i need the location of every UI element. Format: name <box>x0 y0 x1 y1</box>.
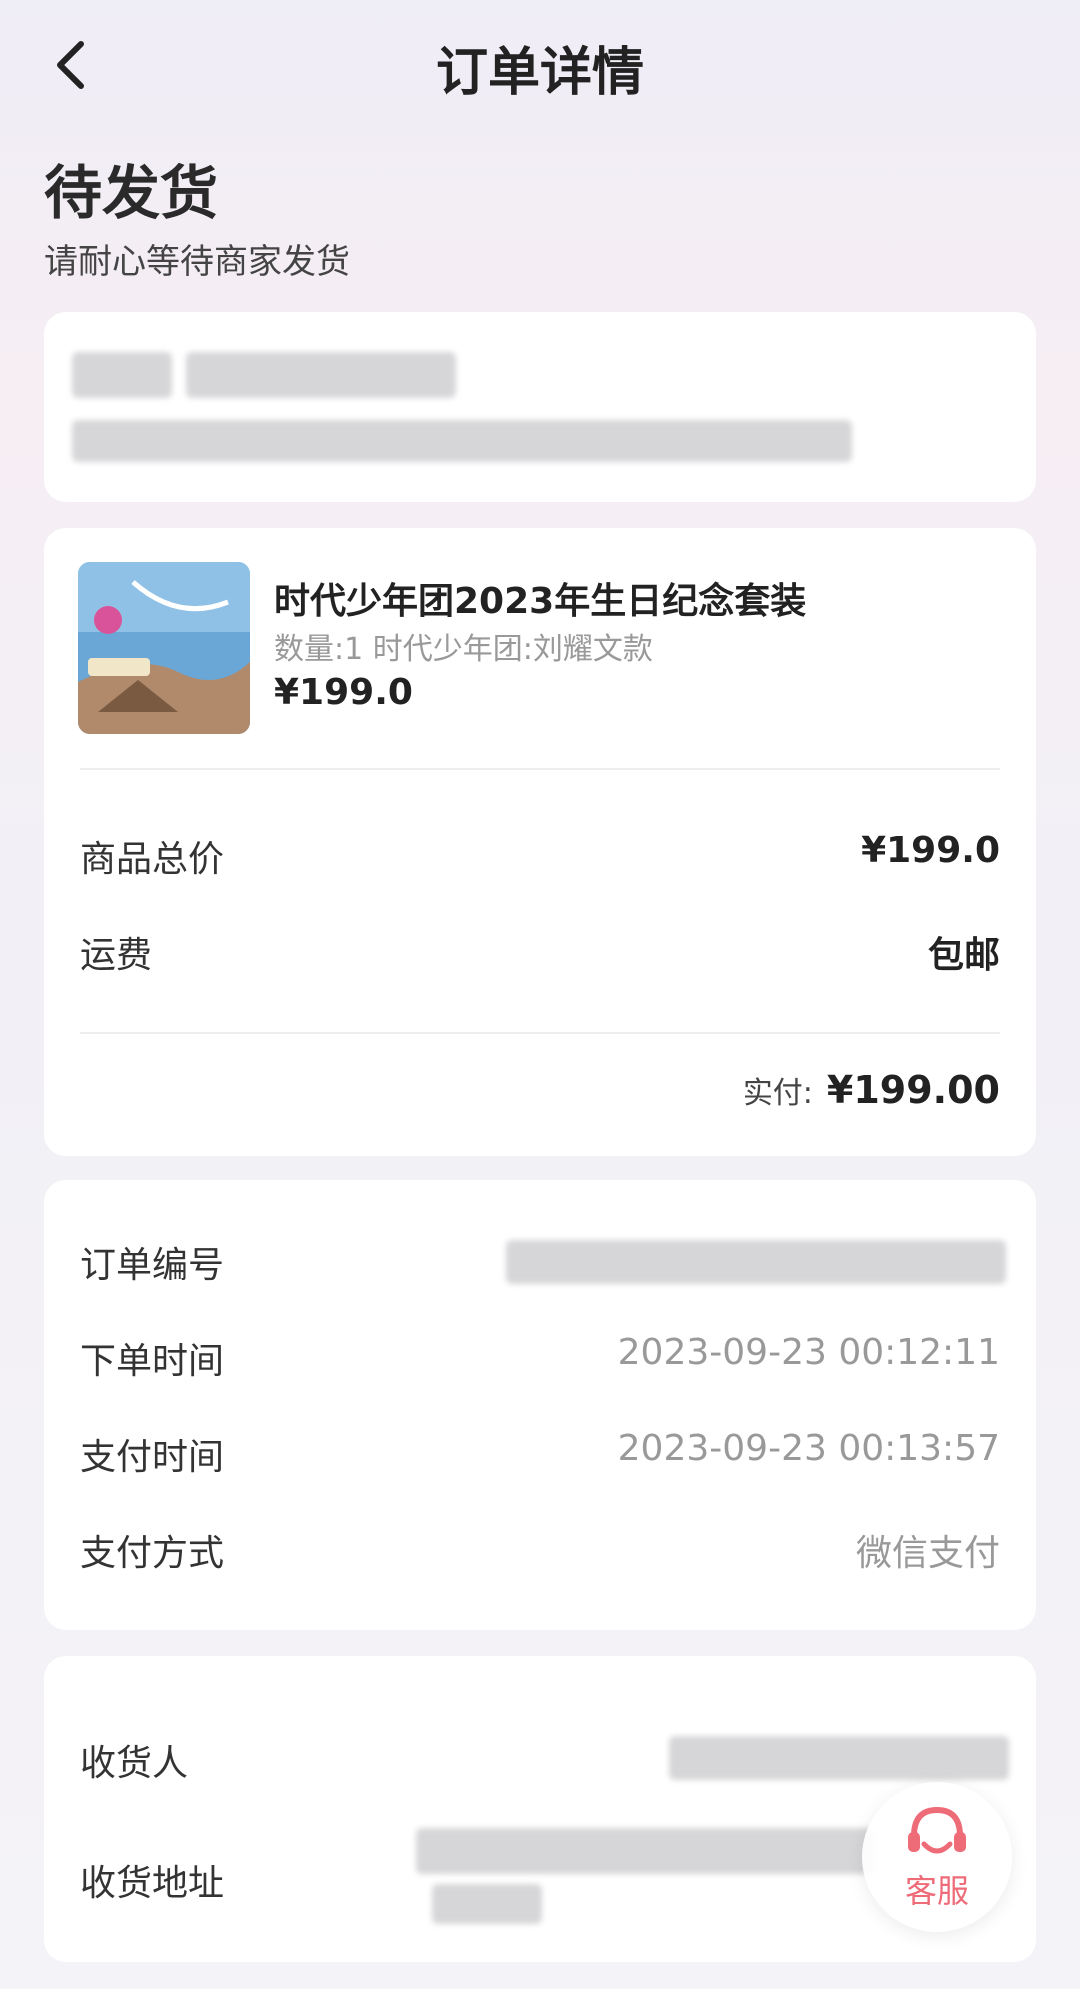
order-no-label: 订单编号 <box>80 1245 225 1286</box>
order-status-subtitle: 请耐心等待商家发货 <box>44 242 350 282</box>
customer-service-label: 客服 <box>904 1872 969 1910</box>
headset-icon <box>908 1806 966 1854</box>
address-card[interactable] <box>44 312 1036 502</box>
redacted-receiver-phone <box>186 352 456 398</box>
customer-service-button[interactable]: 客服 <box>862 1782 1012 1932</box>
pay-time-value: 2023-09-23 00:13:57 <box>617 1428 1000 1469</box>
product-card: 时代少年团2023年生日纪念套装 数量:1 时代少年团:刘耀文款 ¥199.0 … <box>44 528 1036 1156</box>
page-title: 订单详情 <box>435 43 644 103</box>
receiver-name-label: 收货人 <box>80 1743 189 1784</box>
receiver-address-label: 收货地址 <box>80 1863 225 1904</box>
paid-label: 实付: <box>742 1076 813 1111</box>
redacted-receiver-address-line2 <box>432 1884 542 1924</box>
pay-method-label: 支付方式 <box>80 1533 225 1574</box>
redacted-address <box>72 420 852 462</box>
product-spec: 数量:1 时代少年团:刘耀文款 <box>274 632 653 667</box>
divider <box>80 768 1000 770</box>
nav-bar: 订单详情 <box>0 0 1080 130</box>
goods-total-value: ¥199.0 <box>861 830 1000 871</box>
pay-method-value: 微信支付 <box>855 1533 1000 1574</box>
pay-time-label: 支付时间 <box>80 1437 225 1478</box>
order-status-title: 待发货 <box>44 159 219 227</box>
product-price: ¥199.0 <box>274 672 413 713</box>
redacted-order-no[interactable] <box>506 1240 1006 1284</box>
divider <box>80 1032 1000 1034</box>
shipping-label: 运费 <box>80 935 153 976</box>
shipping-value: 包邮 <box>927 935 1000 976</box>
redacted-receiver-address-line1 <box>416 1828 876 1874</box>
paid-amount: 实付: ¥199.00 <box>743 1068 1000 1112</box>
product-title[interactable]: 时代少年团2023年生日纪念套装 <box>274 572 806 624</box>
order-info-card: 订单编号 下单时间 2023-09-23 00:12:11 支付时间 2023-… <box>44 1180 1036 1630</box>
goods-total-label: 商品总价 <box>80 839 225 880</box>
redacted-receiver-name <box>72 352 172 398</box>
order-time-value: 2023-09-23 00:12:11 <box>617 1332 1000 1373</box>
paid-value: ¥199.00 <box>826 1068 1000 1112</box>
order-time-label: 下单时间 <box>80 1341 225 1382</box>
redacted-receiver-info <box>669 1736 1009 1780</box>
product-image[interactable] <box>78 562 250 734</box>
